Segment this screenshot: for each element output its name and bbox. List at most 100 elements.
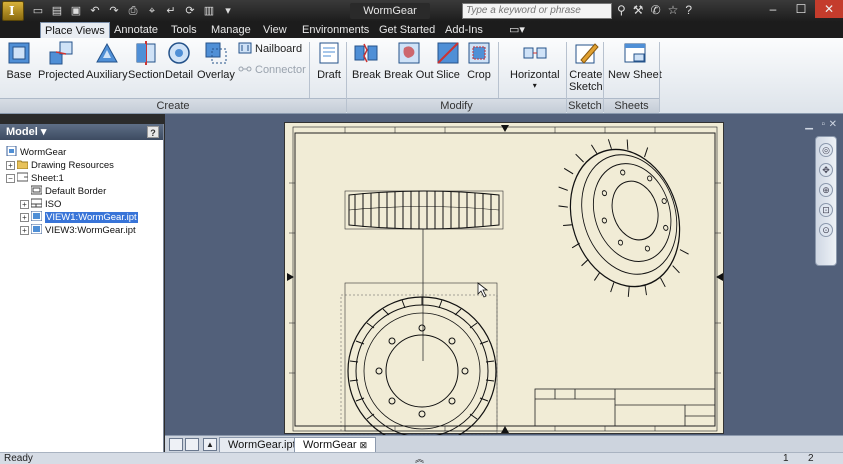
slice-label: Slice xyxy=(436,69,460,81)
section-label: Section xyxy=(128,69,165,81)
new-file-icon[interactable]: ▭ xyxy=(30,3,46,19)
tab-tools[interactable]: Tools xyxy=(167,22,201,38)
update-icon[interactable]: ⟳ xyxy=(182,3,198,19)
search-input[interactable]: Type a keyword or phrase xyxy=(462,3,612,19)
new-sheet-icon xyxy=(622,40,648,66)
open-file-icon[interactable]: ▤ xyxy=(49,3,65,19)
tree-item-iso[interactable]: + ISO xyxy=(20,198,61,211)
tree-item-view3[interactable]: + VIEW3:WormGear.ipt xyxy=(20,223,136,237)
status-bar: Ready ︽ 1 2 xyxy=(0,452,843,464)
auxiliary-button[interactable]: Auxiliary xyxy=(86,40,128,81)
document-tab-bar: ▲ WormGear.ipt WormGear ⊠ xyxy=(165,435,843,452)
save-icon[interactable]: ▣ xyxy=(68,3,84,19)
print-icon[interactable]: ⎙ xyxy=(125,3,141,19)
tab-get-started[interactable]: Get Started xyxy=(375,22,439,38)
expand-icon[interactable]: + xyxy=(6,161,15,170)
tab-environments[interactable]: Environments xyxy=(298,22,373,38)
app-menu-button[interactable]: I xyxy=(2,1,24,21)
break-button[interactable]: Break xyxy=(352,40,381,81)
qat-dropdown-icon[interactable]: ▾ xyxy=(220,3,236,19)
title-bar: I ▭ ▤ ▣ ↶ ↷ ⎙ ⌖ ↵ ⟳ ▥ ▾ WormGear Type a … xyxy=(0,0,843,22)
horizontal-dropdown[interactable]: Horizontal ▾ xyxy=(510,40,560,90)
tab-place-views[interactable]: Place Views xyxy=(40,22,110,38)
close-icon[interactable]: ✕ xyxy=(815,0,843,18)
base-view-icon xyxy=(6,40,32,66)
wrench-icon[interactable]: ⚒ xyxy=(633,3,644,17)
return-icon[interactable]: ↵ xyxy=(163,3,179,19)
title-block-icon xyxy=(30,198,43,208)
tab-manage[interactable]: Manage xyxy=(207,22,255,38)
ribbon-panel: Base Projected Auxiliary Section Detail xyxy=(0,38,843,114)
new-sheet-button[interactable]: New Sheet xyxy=(608,40,662,81)
create-sketch-label-1: Create xyxy=(569,69,603,81)
sheet-drawing xyxy=(287,125,723,446)
drawing-sheet[interactable] xyxy=(284,122,724,446)
steering-wheel-icon[interactable]: ◎ xyxy=(819,143,833,157)
ribbon-options-icon[interactable]: ▭▾ xyxy=(505,22,529,38)
canvas-restore-icon[interactable]: ▫ xyxy=(821,119,825,130)
detail-button[interactable]: Detail xyxy=(165,40,193,81)
subscription-icon[interactable]: ✆ xyxy=(651,3,661,17)
drawing-canvas[interactable]: ▁ ▫ ✕ ◎ ✥ ⊕ ⊡ ⊙ xyxy=(165,114,843,446)
tree-item-drawing-resources[interactable]: + Drawing Resources xyxy=(6,159,114,172)
tab-annotate[interactable]: Annotate xyxy=(110,22,162,38)
undo-icon[interactable]: ↶ xyxy=(87,3,103,19)
new-sheet-label: New Sheet xyxy=(608,69,662,81)
collapse-icon[interactable]: − xyxy=(6,174,15,183)
canvas-close-icon[interactable]: ✕ xyxy=(829,119,837,130)
browser-header[interactable]: Model ▾ ? xyxy=(0,124,163,140)
chevron-down-icon: ▾ xyxy=(532,81,537,90)
chevron-down-icon: ▾ xyxy=(40,126,47,138)
maximize-icon[interactable]: ☐ xyxy=(787,0,815,18)
canvas-minimize-icon[interactable]: ▁ xyxy=(805,119,813,130)
tab-menu-icon[interactable]: ▲ xyxy=(203,438,217,451)
redo-icon[interactable]: ↷ xyxy=(106,3,122,19)
border-icon xyxy=(30,185,43,195)
zoom-window-icon[interactable]: ⊡ xyxy=(819,203,833,217)
crop-button[interactable]: Crop xyxy=(466,40,492,81)
expand-icon[interactable]: + xyxy=(20,226,29,235)
base-button[interactable]: Base xyxy=(6,40,32,81)
star-icon[interactable]: ☆ xyxy=(668,3,679,17)
connector-icon xyxy=(238,63,252,75)
tab-view[interactable]: View xyxy=(259,22,291,38)
binoculars-icon[interactable]: ⚲ xyxy=(617,3,626,17)
doc-tab-part[interactable]: WormGear.ipt xyxy=(219,437,305,452)
drawing-view-icon xyxy=(30,223,43,235)
create-sketch-button[interactable]: Create Sketch xyxy=(569,40,603,93)
doc-tab-drawing[interactable]: WormGear ⊠ xyxy=(294,437,377,452)
pan-icon[interactable]: ✥ xyxy=(819,163,833,177)
close-icon[interactable]: ⊠ xyxy=(360,440,368,450)
panel-separator xyxy=(659,42,660,112)
section-button[interactable]: Section xyxy=(128,40,165,81)
properties-icon[interactable]: ▥ xyxy=(201,3,217,19)
help-icon[interactable]: ? xyxy=(685,3,692,17)
break-out-button[interactable]: Break Out xyxy=(384,40,434,81)
tab-add-ins[interactable]: Add-Ins xyxy=(441,22,487,38)
cascade-windows-icon[interactable] xyxy=(185,438,199,451)
tree-item-label: VIEW3:WormGear.ipt xyxy=(45,225,136,236)
tree-item-root[interactable]: WormGear xyxy=(6,145,66,159)
expand-icon[interactable]: + xyxy=(20,200,29,209)
tile-windows-icon[interactable] xyxy=(169,438,183,451)
panel-label-modify: Modify xyxy=(347,98,566,113)
look-at-icon[interactable]: ⊙ xyxy=(819,223,833,237)
browser-help-button[interactable]: ? xyxy=(147,126,159,138)
nailboard-button[interactable]: Nailboard xyxy=(238,41,302,57)
expand-icon[interactable]: + xyxy=(20,213,29,222)
slice-button[interactable]: Slice xyxy=(435,40,461,81)
detail-label: Detail xyxy=(165,69,194,81)
overlay-button[interactable]: Overlay xyxy=(197,40,235,81)
draft-label: Draft xyxy=(317,69,341,81)
draft-button[interactable]: Draft xyxy=(316,40,342,81)
auxiliary-label: Auxiliary xyxy=(86,69,128,81)
tree-item-default-border[interactable]: Default Border xyxy=(20,185,106,198)
minimize-icon[interactable]: – xyxy=(759,0,787,18)
expand-panel-icon[interactable]: ︽ xyxy=(415,453,424,464)
tree-item-sheet[interactable]: − Sheet:1 xyxy=(6,172,64,185)
tree-item-view1[interactable]: + VIEW1:WormGear.ipt xyxy=(20,210,138,224)
select-icon[interactable]: ⌖ xyxy=(144,3,160,19)
zoom-icon[interactable]: ⊕ xyxy=(819,183,833,197)
connector-button[interactable]: Connector xyxy=(238,62,306,78)
projected-button[interactable]: Projected xyxy=(38,40,84,81)
